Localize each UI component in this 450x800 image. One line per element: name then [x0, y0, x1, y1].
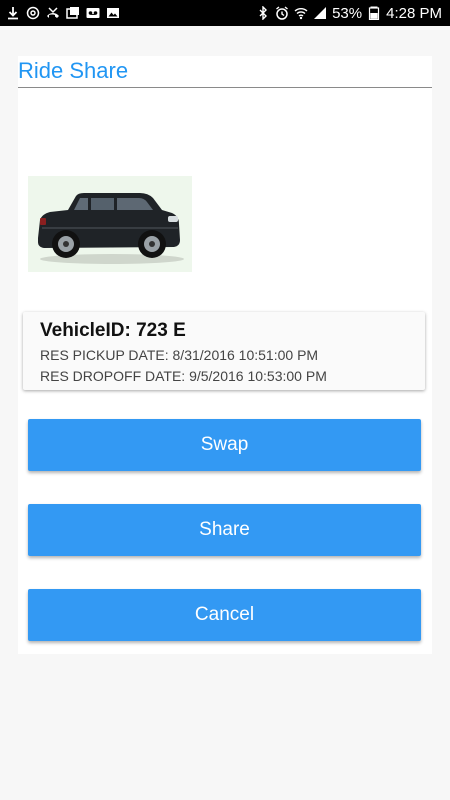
page-title: Ride Share [18, 58, 129, 83]
download-icon [6, 6, 20, 20]
image-icon [106, 6, 120, 20]
at-sign-icon [26, 6, 40, 20]
vehicle-id: VehicleID: 723 E [40, 320, 186, 341]
missed-call-icon [46, 6, 60, 20]
wifi-icon [294, 6, 308, 20]
voicemail-icon [86, 6, 100, 20]
share-button[interactable]: Share [28, 504, 421, 556]
cancel-button[interactable]: Cancel [28, 589, 421, 641]
bluetooth-icon [256, 6, 270, 20]
vehicle-info-card: VehicleID: 723 E RES PICKUP DATE: 8/31/2… [23, 312, 425, 390]
status-bar: 53% 4:28 PM [0, 0, 450, 26]
pickup-date: RES PICKUP DATE: 8/31/2016 10:51:00 PM [40, 347, 319, 363]
photo-gallery-icon [66, 6, 80, 20]
title-divider [18, 87, 432, 88]
vehicle-image [28, 176, 192, 272]
suv-car-icon [28, 176, 192, 272]
swap-button[interactable]: Swap [28, 419, 421, 471]
status-right-icons: 53% 4:28 PM [256, 5, 450, 22]
battery-percent: 53% [332, 4, 363, 22]
ride-share-panel: Ride Share VehicleID: 723 E RES PICKUP D… [18, 56, 432, 654]
status-left-icons [0, 6, 120, 20]
dropoff-date: RES DROPOFF DATE: 9/5/2016 10:53:00 PM [40, 368, 327, 384]
alarm-icon [275, 6, 289, 20]
signal-icon [313, 6, 327, 20]
clock-time: 4:28 PM [386, 4, 442, 22]
battery-icon [367, 6, 381, 20]
